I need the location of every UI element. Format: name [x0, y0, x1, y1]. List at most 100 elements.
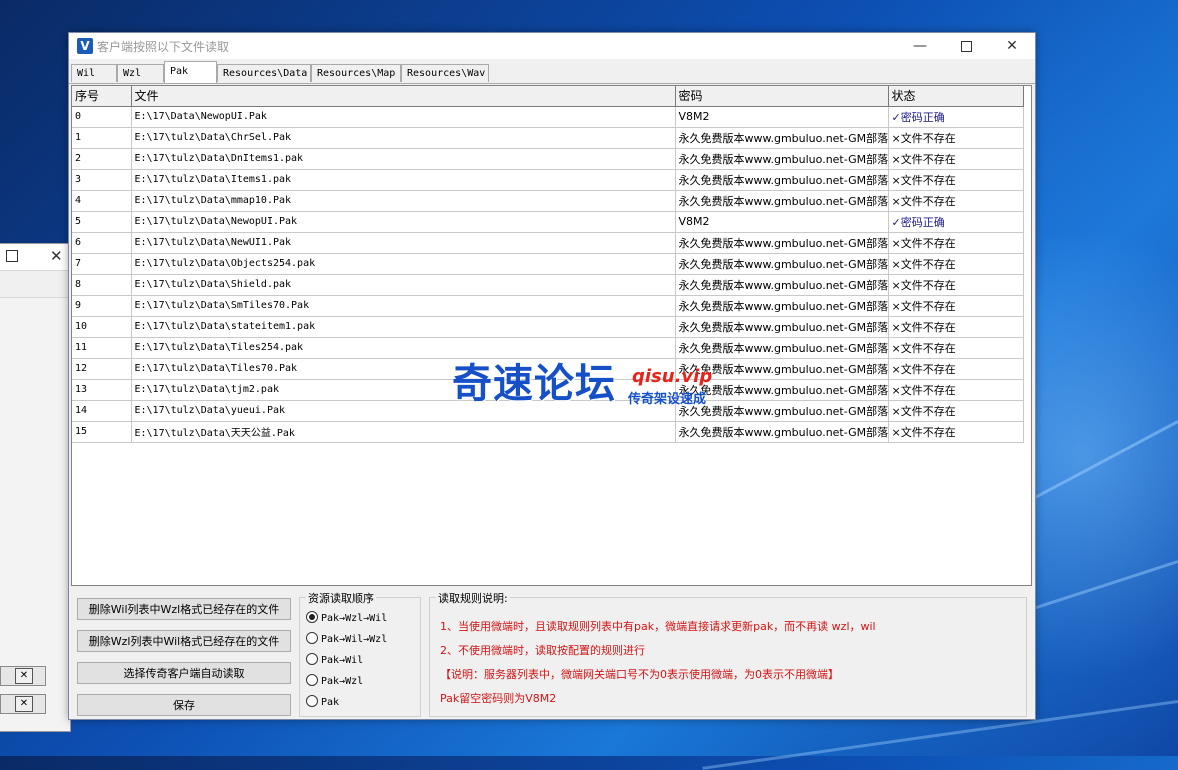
rule-line-2: 2、不使用微端时，读取按配置的规则进行 — [440, 644, 645, 657]
select-client-button[interactable]: 选择传奇客户端自动读取 — [77, 662, 291, 684]
col-header-password[interactable]: 密码 — [675, 86, 889, 107]
cell-password: 永久免费版本www.gmbuluo.net-GM部落- — [675, 169, 889, 191]
background-toolbar — [0, 271, 70, 298]
cell-index: 6 — [72, 232, 132, 254]
cell-index: 12 — [72, 358, 132, 380]
tab-pak[interactable]: Pak — [164, 61, 217, 83]
cell-status: ×文件不存在 — [888, 232, 1024, 254]
cell-status: ×文件不存在 — [888, 274, 1024, 296]
rules-label: 读取规则说明: — [436, 590, 510, 606]
cell-password: 永久免费版本www.gmbuluo.net-GM部落- — [675, 190, 889, 212]
cell-password: V8M2 — [675, 211, 889, 233]
cell-file: E:\17\tulz\Data\ChrSel.Pak — [131, 127, 676, 149]
cell-index: 0 — [72, 106, 132, 128]
delete-wil-duplicates-button[interactable]: 删除Wil列表中Wzl格式已经存在的文件 — [77, 598, 291, 620]
window-title: 客户端按照以下文件读取 — [97, 40, 230, 54]
cell-password: 永久免费版本www.gmbuluo.net-GM部落- — [675, 337, 889, 359]
maximize-icon[interactable] — [6, 250, 18, 262]
table-row[interactable]: 0 E:\17\Data\NewopUI.Pak V8M2 ✓密码正确 — [72, 106, 1024, 128]
radio-label: Pak→Wzl→Wil — [321, 613, 388, 624]
close-icon[interactable]: ✕ — [15, 668, 33, 684]
cell-file: E:\17\tulz\Data\Shield.pak — [131, 274, 676, 296]
table-row[interactable]: 9 E:\17\tulz\Data\SmTiles70.Pak 永久免费版本www.… — [72, 295, 1024, 317]
col-header-index[interactable]: 序号 — [72, 86, 132, 107]
table-row[interactable]: 11 E:\17\tulz\Data\Tiles254.pak 永久免费版本www.… — [72, 337, 1024, 359]
cell-status: ×文件不存在 — [888, 379, 1024, 401]
cell-password: V8M2 — [675, 106, 889, 128]
tab-wil[interactable]: Wil — [71, 64, 117, 82]
cell-status: ✓密码正确 — [888, 106, 1024, 128]
tab-divider — [69, 83, 1035, 84]
radio-order-3[interactable]: Pak→Wzl — [306, 674, 363, 688]
cell-status: ×文件不存在 — [888, 400, 1024, 422]
table-row[interactable]: 8 E:\17\tulz\Data\Shield.pak 永久免费版本www.gmb… — [72, 274, 1024, 296]
radio-order-1[interactable]: Pak→Wil→Wzl — [306, 632, 387, 646]
radio-label: Pak — [321, 697, 340, 708]
table-row[interactable]: 6 E:\17\tulz\Data\NewUI1.Pak 永久免费版本www.gmb… — [72, 232, 1024, 254]
table-row[interactable]: 15 E:\17\tulz\Data\天天公益.Pak 永久免费版本www.gmbu… — [72, 421, 1024, 443]
cell-status: ×文件不存在 — [888, 421, 1024, 443]
tab-wzl[interactable]: Wzl — [117, 64, 164, 82]
close-icon[interactable]: ✕ — [50, 247, 63, 265]
close-icon[interactable]: ✕ — [15, 696, 33, 712]
delete-wzl-duplicates-button[interactable]: 删除Wzl列表中Wil格式已经存在的文件 — [77, 630, 291, 652]
cell-status: ×文件不存在 — [888, 169, 1024, 191]
col-header-file[interactable]: 文件 — [131, 86, 676, 107]
close-icon: ✕ — [1006, 38, 1018, 54]
cell-password: 永久免费版本www.gmbuluo.net-GM部落- — [675, 253, 889, 275]
col-header-status[interactable]: 状态 — [888, 86, 1024, 107]
cell-status: ×文件不存在 — [888, 190, 1024, 212]
cell-index: 15 — [72, 421, 132, 443]
cell-file: E:\17\tulz\Data\mmap10.Pak — [131, 190, 676, 212]
radio-order-0[interactable]: Pak→Wzl→Wil — [306, 611, 387, 625]
table-row[interactable]: 7 E:\17\tulz\Data\Objects254.pak 永久免费版本www… — [72, 253, 1024, 275]
watermark-main: 奇速论坛 — [452, 361, 616, 407]
cell-password: 永久免费版本www.gmbuluo.net-GM部落- — [675, 316, 889, 338]
cell-file: E:\17\tulz\Data\Items1.pak — [131, 169, 676, 191]
minimize-button[interactable]: — — [897, 33, 943, 59]
cell-file: E:\17\tulz\Data\天天公益.Pak — [131, 421, 676, 443]
table-row[interactable]: 2 E:\17\tulz\Data\DnItems1.pak 永久免费版本www.g… — [72, 148, 1024, 170]
tab-resources-data[interactable]: Resources\Data — [217, 64, 311, 82]
watermark: 奇速论坛 qisu.vip 传奇架设速成 — [452, 361, 712, 407]
rule-line-1: 1、当使用微端时，且读取规则列表中有pak，微端直接请求更新pak，而不再读 w… — [440, 620, 876, 633]
save-button[interactable]: 保存 — [77, 694, 291, 716]
table-row[interactable]: 10 E:\17\tulz\Data\stateitem1.pak 永久免费版本ww… — [72, 316, 1024, 338]
cell-password: 永久免费版本www.gmbuluo.net-GM部落- — [675, 400, 889, 422]
radio-label: Pak→Wil — [321, 655, 364, 666]
tab-resources-wav[interactable]: Resources\Wav — [401, 64, 489, 82]
table-row[interactable]: 3 E:\17\tulz\Data\Items1.pak 永久免费版本www.gmb… — [72, 169, 1024, 191]
close-button[interactable]: ✕ — [989, 33, 1035, 59]
cell-password: 永久免费版本www.gmbuluo.net-GM部落- — [675, 295, 889, 317]
cell-password: 永久免费版本www.gmbuluo.net-GM部落- — [675, 421, 889, 443]
radio-dot-icon — [306, 695, 318, 707]
background-control[interactable]: ✕ — [0, 666, 46, 686]
radio-dot-icon — [306, 674, 318, 686]
table-row[interactable]: 1 E:\17\tulz\Data\ChrSel.Pak 永久免费版本www.gmb… — [72, 127, 1024, 149]
cell-status: ×文件不存在 — [888, 295, 1024, 317]
cell-index: 3 — [72, 169, 132, 191]
rules-group: 读取规则说明: 1、当使用微端时，且读取规则列表中有pak，微端直接请求更新pa… — [429, 590, 1027, 717]
titlebar: V 客户端按照以下文件读取 — ✕ — [69, 33, 1035, 59]
cell-password: 永久免费版本www.gmbuluo.net-GM部落- — [675, 148, 889, 170]
table-row[interactable]: 4 E:\17\tulz\Data\mmap10.Pak 永久免费版本www.gmb… — [72, 190, 1024, 212]
cell-file: E:\17\Data\NewopUI.Pak — [131, 106, 676, 128]
radio-label: Pak→Wzl — [321, 676, 364, 687]
cell-status: ×文件不存在 — [888, 358, 1024, 380]
cell-index: 9 — [72, 295, 132, 317]
cell-file: E:\17\tulz\Data\DnItems1.pak — [131, 148, 676, 170]
table-row[interactable]: 5 E:\17\tulz\Data\NewopUI.Pak V8M2 ✓密码正确 — [72, 211, 1024, 233]
tab-resources-map[interactable]: Resources\Map — [311, 64, 401, 82]
radio-order-2[interactable]: Pak→Wil — [306, 653, 363, 667]
watermark-url: qisu.vip — [632, 366, 713, 387]
tab-bar: Wil Wzl Pak Resources\Data Resources\Map… — [69, 61, 1035, 83]
radio-dot-icon — [306, 611, 318, 623]
file-grid[interactable]: 序号 文件 密码 状态 0 E:\17\Data\NewopUI.Pak V8M2 ✓… — [71, 85, 1032, 586]
cell-status: ×文件不存在 — [888, 337, 1024, 359]
background-titlebar: ✕ — [0, 244, 70, 271]
watermark-sub: 传奇架设速成 — [628, 392, 707, 407]
radio-order-4[interactable]: Pak — [306, 695, 339, 709]
maximize-button[interactable] — [943, 33, 989, 59]
background-control[interactable]: ✕ — [0, 694, 46, 714]
rule-line-4: Pak留空密码则为V8M2 — [440, 692, 557, 705]
